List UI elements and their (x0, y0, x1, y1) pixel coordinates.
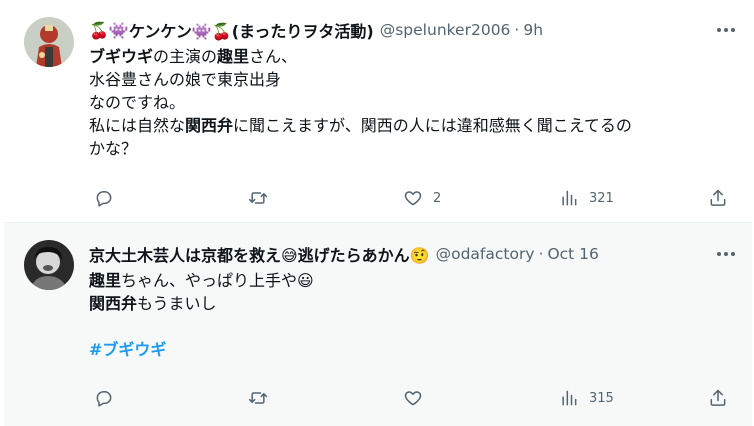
tweet-line: かな？ (89, 137, 736, 160)
name-suffix: 👾🍒(まったりヲタ活動) (191, 22, 374, 41)
views-button[interactable]: 315 (559, 384, 614, 412)
view-count: 315 (589, 390, 614, 406)
text-segment: ちゃん、やっぱり上手や😃 (121, 271, 314, 290)
tweet-header: 京大土木芸人は京都を救え😅逃げたらあかん🤨 @odafactory · Oct … (89, 242, 738, 266)
name-prefix: 🍒👾 (89, 20, 129, 40)
timestamp[interactable]: 9h (523, 21, 543, 39)
text-segment: に聞こえますが、関西の人には違和感無く聞こえてるの (233, 116, 632, 135)
bold-text: ブギウギ (89, 47, 154, 66)
reply-icon (96, 191, 112, 207)
tweet-line: 趣里ちゃん、やっぱり上手や😃 (89, 269, 736, 292)
action-bar: 2 321 (89, 184, 738, 212)
handle[interactable]: @odafactory (436, 245, 535, 263)
retweet-icon (248, 392, 268, 404)
handle[interactable]: @spelunker2006 (380, 21, 511, 39)
tweet-header: 🍒👾 ケンケン 👾🍒(まったりヲタ活動) @spelunker2006 · 9h (89, 18, 738, 42)
tweet[interactable]: 🍒👾 ケンケン 👾🍒(まったりヲタ活動) @spelunker2006 · 9h… (4, 0, 752, 222)
action-bar: 315 (89, 384, 738, 412)
avatar-image (24, 17, 74, 67)
tweet-text: 趣里ちゃん、やっぱり上手や😃 関西弁もうまいし #ブギウギ (89, 269, 736, 361)
text-segment: なのですね。 (89, 93, 186, 112)
text-segment: の主演の (153, 47, 218, 66)
bold-text: 趣里 (89, 271, 122, 290)
display-name[interactable]: 🍒👾 ケンケン 👾🍒(まったりヲタ活動) (89, 18, 374, 42)
separator: · (538, 245, 544, 263)
views-icon (562, 190, 577, 206)
retweet-button[interactable] (248, 184, 278, 212)
timestamp[interactable]: Oct 16 (547, 245, 598, 263)
reply-button[interactable] (94, 384, 124, 412)
name-main: 京大土木芸人は京都を救え😅逃げたらあかん🤨 (89, 246, 430, 265)
bold-text: 関西弁 (89, 294, 138, 313)
tweet-line (89, 315, 736, 338)
share-icon (710, 189, 726, 206)
text-segment: 水谷豊さんの娘で東京出身 (89, 70, 282, 89)
avatar[interactable] (24, 17, 74, 67)
tweet-line: 関西弁もうまいし (89, 292, 736, 315)
tweet-line: ブギウギの主演の趣里さん、 (89, 45, 736, 68)
avatar-image (24, 240, 74, 290)
retweet-icon (248, 192, 268, 204)
text-segment: 私には自然な (89, 116, 186, 135)
name-main: ケンケン (128, 22, 192, 41)
more-icon[interactable] (712, 244, 740, 264)
hashtag-link[interactable]: #ブギウギ (89, 340, 166, 359)
view-count: 321 (589, 190, 614, 206)
bold-text: 関西弁 (185, 116, 234, 135)
reply-button[interactable] (94, 184, 124, 212)
tweet-line: 私には自然な関西弁に聞こえますが、関西の人には違和感無く聞こえてるの (89, 114, 736, 137)
retweet-button[interactable] (248, 384, 278, 412)
like-icon (404, 391, 422, 406)
separator: · (514, 21, 520, 39)
avatar[interactable] (24, 240, 74, 290)
share-button[interactable] (708, 184, 728, 212)
text-segment: さん、 (249, 47, 298, 66)
tweet-line: なのですね。 (89, 91, 736, 114)
views-button[interactable]: 321 (559, 184, 614, 212)
like-button[interactable]: 2 (403, 184, 441, 212)
tweet-line: #ブギウギ (89, 338, 736, 361)
share-button[interactable] (708, 384, 728, 412)
reply-icon (96, 391, 112, 407)
like-count: 2 (433, 190, 442, 206)
tweet-line: 水谷豊さんの娘で東京出身 (89, 68, 736, 91)
views-icon (562, 390, 577, 406)
tweet[interactable]: 京大土木芸人は京都を救え😅逃げたらあかん🤨 @odafactory · Oct … (4, 223, 752, 426)
more-icon[interactable] (712, 20, 740, 40)
share-icon (710, 389, 726, 406)
like-button[interactable] (403, 384, 433, 412)
tweet-text: ブギウギの主演の趣里さん、 水谷豊さんの娘で東京出身 なのですね。 私には自然な関西弁… (89, 45, 736, 160)
display-name[interactable]: 京大土木芸人は京都を救え😅逃げたらあかん🤨 (89, 242, 430, 266)
bold-text: 趣里 (217, 47, 250, 66)
like-icon (404, 191, 422, 206)
text-segment: もうまいし (137, 294, 217, 313)
text-segment: かな？ (89, 139, 138, 158)
